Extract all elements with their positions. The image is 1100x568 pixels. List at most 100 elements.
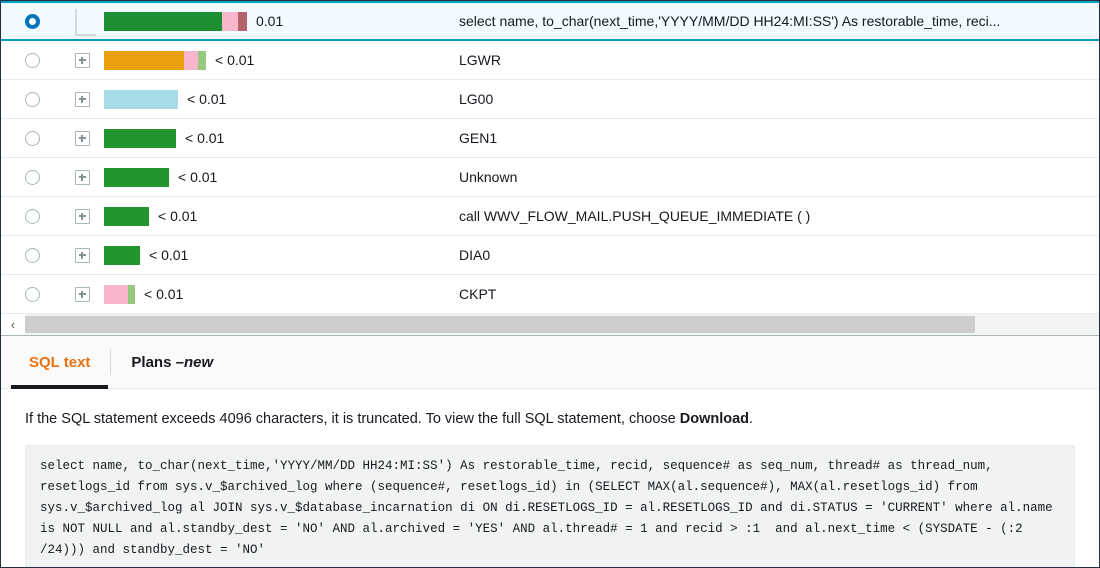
row-radio-button[interactable]	[25, 287, 40, 302]
row-select-cell[interactable]	[1, 209, 63, 224]
row-select-cell[interactable]	[1, 248, 63, 263]
sql-label-link[interactable]: GEN1	[459, 130, 497, 146]
load-bar-segment	[104, 207, 149, 226]
tab-sql-text[interactable]: SQL text	[9, 336, 110, 388]
row-radio-button[interactable]	[25, 131, 40, 146]
tab-plans-new-badge: new	[184, 354, 213, 371]
table-row[interactable]: < 0.01 DIA0	[1, 236, 1099, 275]
sql-label-cell: LG00	[456, 91, 1099, 107]
load-bar-cell: < 0.01	[101, 207, 456, 226]
sql-label-cell: DIA0	[456, 247, 1099, 263]
stacked-load-bar	[104, 90, 178, 109]
load-bar-cell: 0.01	[101, 12, 456, 31]
table-row[interactable]: 0.01 select name, to_char(next_time,'YYYY…	[1, 1, 1099, 41]
load-bar-cell: < 0.01	[101, 51, 456, 70]
stacked-load-bar	[104, 129, 176, 148]
top-sql-table: 0.01 select name, to_char(next_time,'YYYY…	[1, 1, 1099, 314]
scroll-left-chevron-icon[interactable]: ‹	[1, 314, 25, 335]
tab-plans[interactable]: Plans – new	[111, 336, 233, 388]
load-bar-segment	[104, 12, 222, 31]
expand-plus-icon[interactable]	[75, 92, 90, 107]
expand-plus-icon[interactable]	[75, 53, 90, 68]
row-select-cell[interactable]	[1, 14, 63, 29]
row-radio-button[interactable]	[25, 14, 40, 29]
row-expand-cell[interactable]	[63, 248, 101, 263]
sql-label-cell: select name, to_char(next_time,'YYYY/MM/…	[456, 13, 1099, 29]
sql-text-panel: If the SQL statement exceeds 4096 charac…	[1, 389, 1099, 568]
row-radio-button[interactable]	[25, 248, 40, 263]
stacked-load-bar	[104, 207, 149, 226]
truncation-info-text: If the SQL statement exceeds 4096 charac…	[25, 411, 1075, 427]
load-bar-value: < 0.01	[185, 130, 224, 146]
row-expand-cell[interactable]	[63, 287, 101, 302]
sql-label-link[interactable]: LG00	[459, 91, 493, 107]
table-row[interactable]: < 0.01LG00	[1, 80, 1099, 119]
row-select-cell[interactable]	[1, 287, 63, 302]
sql-label-cell: Unknown	[456, 169, 1099, 185]
stacked-load-bar	[104, 51, 206, 70]
truncation-info-suffix: .	[749, 411, 753, 427]
load-bar-segment	[104, 246, 140, 265]
scrollbar-track[interactable]	[25, 316, 1099, 333]
detail-tabs: SQL text Plans – new	[1, 336, 1099, 389]
load-bar-segment	[198, 51, 206, 70]
load-bar-segment	[128, 285, 135, 304]
row-expand-cell[interactable]	[63, 53, 101, 68]
load-bar-segment	[104, 129, 176, 148]
stacked-load-bar	[104, 168, 169, 187]
load-bar-segment	[104, 168, 169, 187]
row-expand-cell[interactable]	[63, 209, 101, 224]
load-bar-value: < 0.01	[158, 208, 197, 224]
load-bar-value: < 0.01	[144, 286, 183, 302]
expand-plus-icon[interactable]	[75, 131, 90, 146]
sql-label-cell: call WWV_FLOW_MAIL.PUSH_QUEUE_IMMEDIATE …	[456, 208, 1099, 224]
row-expand-cell[interactable]	[63, 170, 101, 185]
table-row[interactable]: < 0.01 CKPT	[1, 275, 1099, 314]
row-radio-button[interactable]	[25, 92, 40, 107]
stacked-load-bar	[104, 12, 247, 31]
sql-label-cell: LGWR	[456, 52, 1099, 68]
sql-label-link[interactable]: call WWV_FLOW_MAIL.PUSH_QUEUE_IMMEDIATE …	[459, 208, 810, 224]
table-row[interactable]: < 0.01 Unknown	[1, 158, 1099, 197]
row-select-cell[interactable]	[1, 53, 63, 68]
row-expand-cell[interactable]	[63, 92, 101, 107]
table-row[interactable]: < 0.01 GEN1	[1, 119, 1099, 158]
sql-label-cell: GEN1	[456, 130, 1099, 146]
load-bar-cell: < 0.01	[101, 90, 456, 109]
expand-plus-icon[interactable]	[75, 209, 90, 224]
row-select-cell[interactable]	[1, 170, 63, 185]
row-select-cell[interactable]	[1, 131, 63, 146]
table-horizontal-scrollbar[interactable]: ‹	[1, 314, 1099, 336]
expand-plus-icon[interactable]	[75, 248, 90, 263]
load-bar-value: < 0.01	[149, 247, 188, 263]
sql-label-link[interactable]: LGWR	[459, 52, 501, 68]
sql-statement-text: select name, to_char(next_time,'YYYY/MM/…	[25, 445, 1075, 568]
row-radio-button[interactable]	[25, 170, 40, 185]
sql-label-link[interactable]: CKPT	[459, 286, 496, 302]
sql-label-link[interactable]: DIA0	[459, 247, 490, 263]
load-bar-cell: < 0.01	[101, 168, 456, 187]
row-select-cell[interactable]	[1, 92, 63, 107]
load-bar-segment	[222, 12, 238, 31]
load-bar-value: 0.01	[256, 13, 283, 29]
load-bar-segment	[104, 90, 178, 109]
expand-plus-icon[interactable]	[75, 287, 90, 302]
load-bar-segment	[238, 12, 247, 31]
expand-plus-icon[interactable]	[75, 170, 90, 185]
truncation-info-prefix: If the SQL statement exceeds 4096 charac…	[25, 411, 680, 427]
load-bar-value: < 0.01	[215, 52, 254, 68]
load-bar-cell: < 0.01	[101, 246, 456, 265]
load-bar-value: < 0.01	[178, 169, 217, 185]
row-radio-button[interactable]	[25, 209, 40, 224]
stacked-load-bar	[104, 246, 140, 265]
sql-label-link[interactable]: Unknown	[459, 169, 517, 185]
table-row[interactable]: < 0.01 call WWV_FLOW_MAIL.PUSH_QUEUE_IMME…	[1, 197, 1099, 236]
row-radio-button[interactable]	[25, 53, 40, 68]
sql-digest-panel: 0.01 select name, to_char(next_time,'YYYY…	[0, 0, 1100, 568]
sql-label-link[interactable]: select name, to_char(next_time,'YYYY/MM/…	[459, 13, 1000, 29]
row-expand-cell[interactable]	[63, 131, 101, 146]
download-label[interactable]: Download	[680, 411, 749, 427]
load-bar-segment	[104, 285, 128, 304]
table-row[interactable]: < 0.01 LGWR	[1, 41, 1099, 80]
scrollbar-thumb[interactable]	[25, 316, 975, 333]
